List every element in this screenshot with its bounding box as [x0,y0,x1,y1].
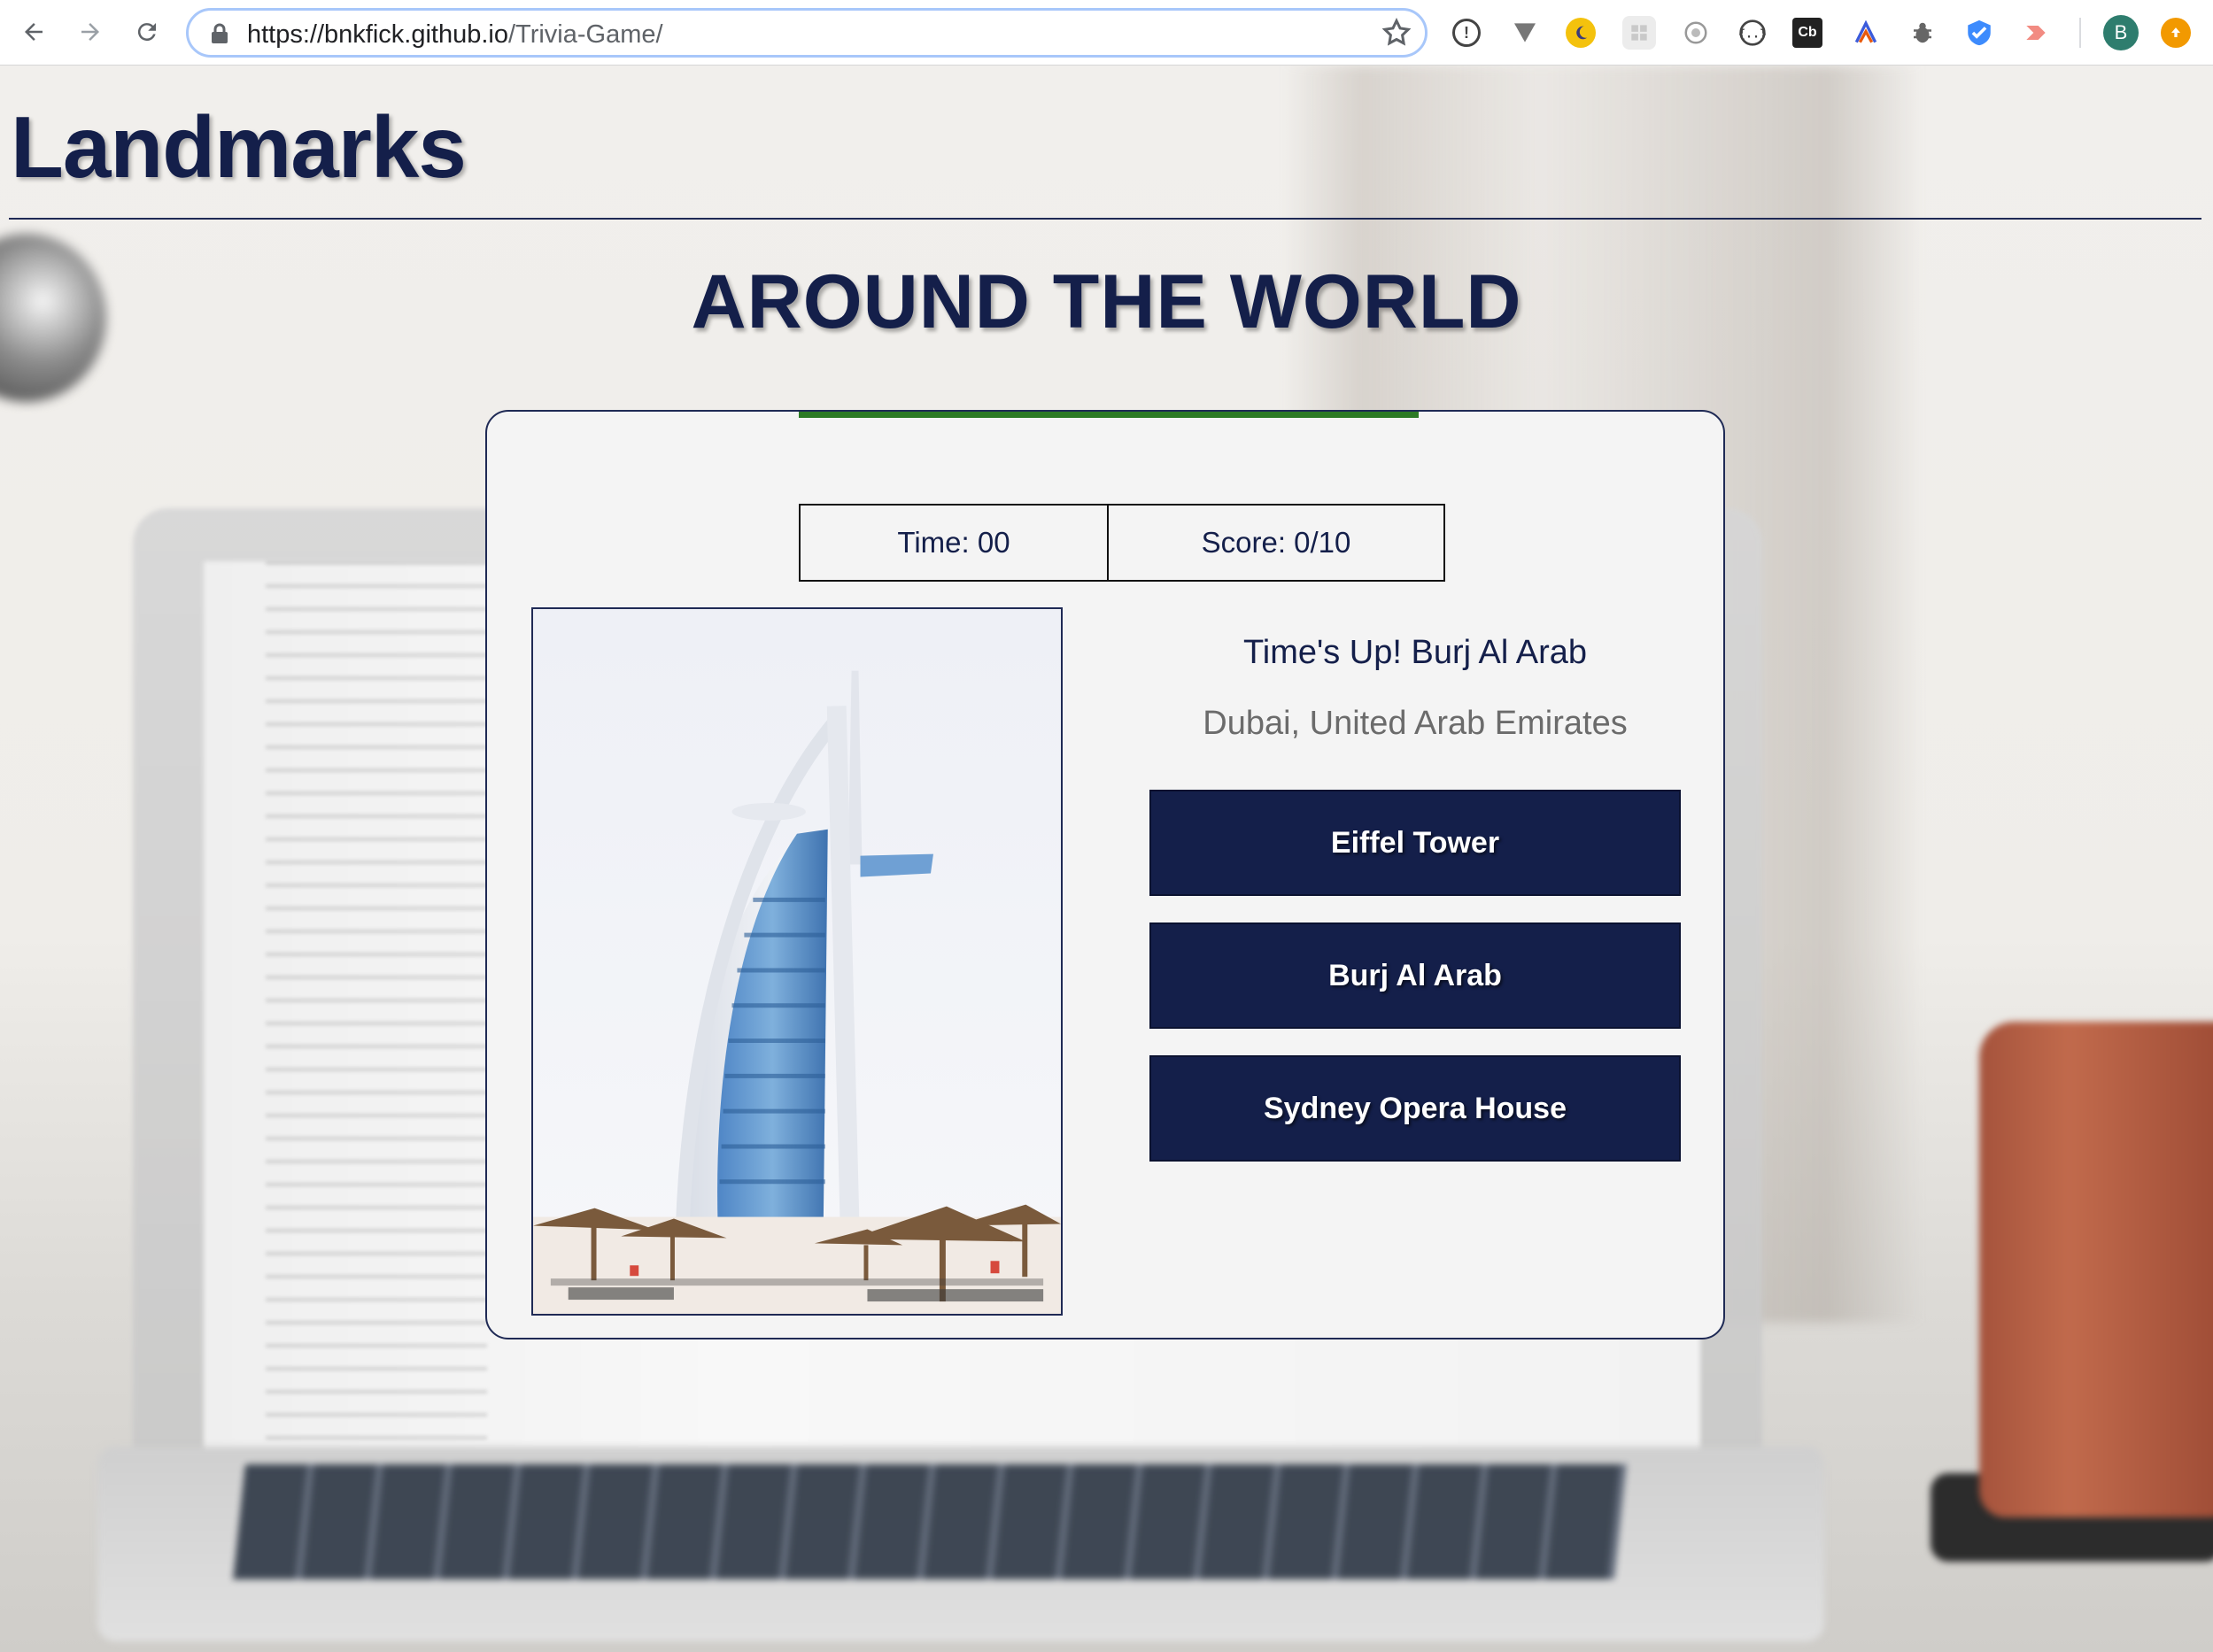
background-mug [1979,1022,2213,1517]
braces-icon[interactable]: {..} [1736,16,1769,50]
shield-check-icon[interactable] [1962,16,1996,50]
bookmark-star-icon[interactable] [1381,17,1412,49]
toolbar-separator [2079,18,2081,48]
result-message: Time's Up! Burj Al Arab [1242,634,1588,671]
browser-toolbar: https://bnkfick.github.io/Trivia-Game/ !… [0,0,2213,66]
svg-text:{..}: {..} [1738,27,1767,41]
answer-button-sydney-opera-house[interactable]: Sydney Opera House [1149,1055,1681,1162]
bug-icon[interactable] [1906,16,1939,50]
title-divider [9,218,2201,220]
burj-al-arab-image [533,609,1061,1314]
site-title: Landmarks [11,98,467,196]
url-host: https://bnkfick.github.io [247,20,508,49]
arrow-icon[interactable] [2019,16,2053,50]
answer-button-burj-al-arab[interactable]: Burj Al Arab [1149,922,1681,1029]
reload-button[interactable] [128,12,166,51]
answer-button-eiffel-tower[interactable]: Eiffel Tower [1149,790,1681,896]
url-text: https://bnkfick.github.io/Trivia-Game/ [247,20,663,50]
timer-display: Time: 00 [799,504,1109,582]
back-button[interactable] [14,12,53,51]
landmark-photo [531,607,1063,1316]
page-background: Landmarks AROUND THE WORLD Time: 00 Scor… [0,66,2213,1652]
forward-arrow-icon [81,23,99,41]
cb-icon[interactable]: Cb [1792,18,1822,48]
landmark-location: Dubai, United Arab Emirates [1203,705,1628,742]
update-icon[interactable] [2161,18,2191,48]
background-keyboard [233,1464,1627,1579]
moon-icon[interactable] [1566,18,1596,48]
score-display: Score: 0/10 [1109,504,1445,582]
timer-progress-fill [799,412,1419,418]
address-bar[interactable]: https://bnkfick.github.io/Trivia-Game/ [186,8,1428,58]
timer-progress-bar [799,412,1419,418]
info-icon[interactable]: ! [1452,19,1481,47]
reload-icon [137,23,156,42]
page-headline: AROUND THE WORLD [691,259,1522,344]
back-arrow-icon [25,23,43,41]
camera-icon[interactable] [1679,16,1713,50]
chart-icon[interactable] [1849,16,1883,50]
stats-bar: Time: 00 Score: 0/10 [799,504,1445,582]
lock-icon [212,23,228,43]
background-code [266,561,487,1447]
profile-avatar[interactable]: B [2103,15,2139,50]
forward-button[interactable] [71,12,110,51]
vee-icon[interactable] [1508,16,1542,50]
grid-icon[interactable] [1622,16,1656,50]
url-path: /Trivia-Game/ [508,20,663,49]
